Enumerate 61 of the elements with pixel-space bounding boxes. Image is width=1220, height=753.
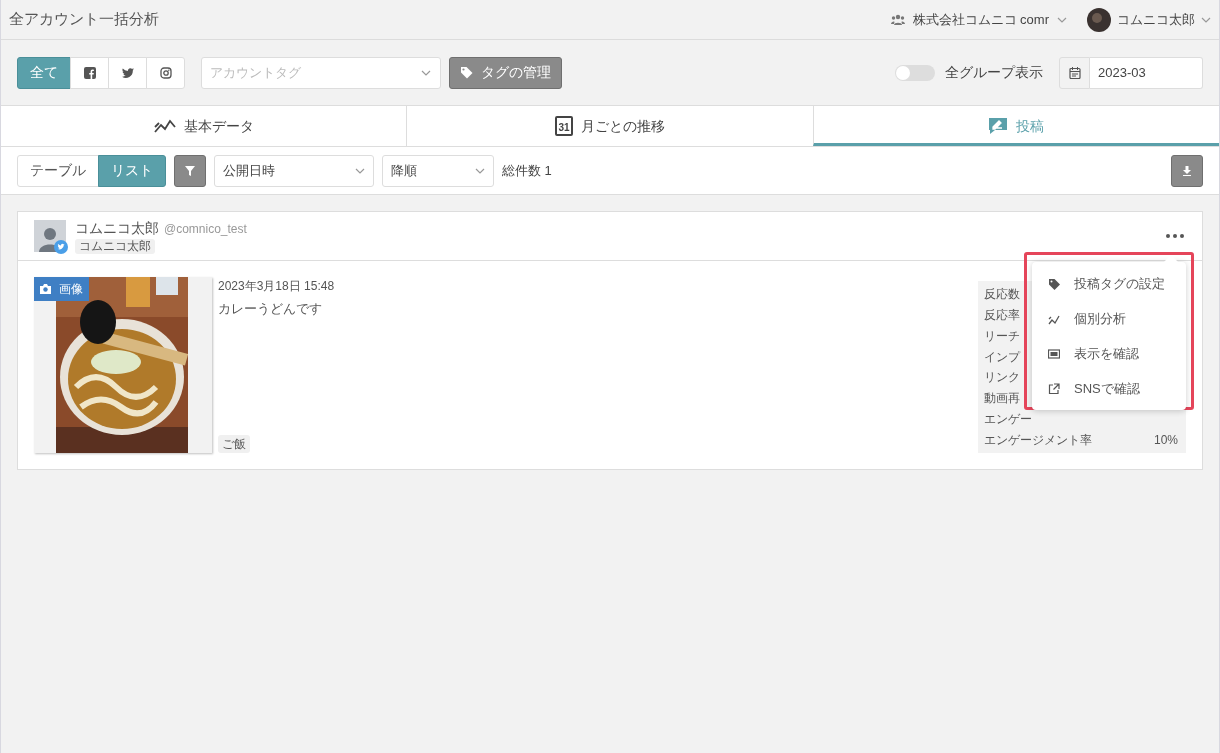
- chevron-down-icon: [475, 167, 485, 174]
- filter-icon: [184, 164, 196, 177]
- chevron-down-icon: [1057, 16, 1067, 23]
- screen-icon: [1048, 347, 1060, 360]
- chevron-down-icon: [355, 167, 365, 174]
- avatar-icon: [1087, 7, 1111, 32]
- group-icon: [890, 13, 905, 26]
- sns-filter-button[interactable]: [108, 56, 147, 89]
- sns-filter-button[interactable]: [146, 56, 185, 89]
- metric-label: 反応数: [984, 286, 1020, 302]
- metric-label: 反応率: [984, 306, 1020, 323]
- camera-icon: [40, 284, 51, 294]
- twitter-badge-icon: [54, 240, 68, 254]
- menu-item[interactable]: SNSで確認: [1032, 371, 1186, 406]
- post-date: 2023年3月18日 15:48: [218, 278, 336, 295]
- account-tag: コムニコ太郎: [75, 239, 155, 254]
- user-menu[interactable]: コムニコ太郎: [1087, 7, 1211, 32]
- company-selector[interactable]: 株式会社コムニコ comr: [890, 9, 1067, 30]
- calendar-icon: 31: [555, 116, 573, 136]
- account-handle: @comnico_test: [164, 221, 247, 238]
- page-title: 全アカウント一括分析: [9, 9, 159, 30]
- metric-label: 動画再: [984, 390, 1020, 407]
- sort-field-select[interactable]: 公開日時: [214, 154, 374, 187]
- download-button[interactable]: [1171, 154, 1203, 187]
- chevron-down-icon: [1201, 16, 1211, 23]
- metric-label: リーチ: [984, 327, 1020, 344]
- metric-label: リンク: [984, 369, 1020, 386]
- line-chart-icon: [153, 118, 176, 134]
- total-count: 総件数 1: [502, 161, 552, 180]
- facebook-icon: [83, 66, 96, 79]
- tab[interactable]: 基本データ: [1, 106, 407, 146]
- chevron-down-icon: [421, 69, 431, 76]
- group-toggle[interactable]: [895, 64, 935, 81]
- sort-order-select[interactable]: 降順: [382, 154, 494, 187]
- post-tag: ご飯: [218, 435, 250, 453]
- account-name: コムニコ太郎: [75, 219, 159, 238]
- menu-item[interactable]: 個別分析: [1032, 301, 1186, 336]
- month-field[interactable]: 2023-03: [1090, 56, 1203, 89]
- metric-label: インプ: [984, 348, 1020, 365]
- twitter-icon: [121, 66, 134, 79]
- tag-icon: [1048, 277, 1060, 290]
- menu-item[interactable]: 投稿タグの設定: [1032, 266, 1186, 301]
- menu-item[interactable]: 表示を確認: [1032, 336, 1186, 371]
- tab[interactable]: 31 月ごとの推移: [406, 106, 813, 146]
- metric-label: エンゲージメント率: [984, 431, 1092, 448]
- download-icon: [1182, 165, 1192, 176]
- account-tag-field[interactable]: アカウントタグ: [201, 56, 441, 89]
- metric-value: 10%: [1153, 431, 1178, 448]
- post-icon: [988, 117, 1009, 135]
- instagram-icon: [159, 66, 172, 79]
- calendar-icon: [1068, 66, 1081, 79]
- filter-button[interactable]: [174, 154, 206, 187]
- media-type-badge: 画像: [34, 277, 89, 301]
- toggle-label: 全グループ表示: [945, 63, 1043, 82]
- post-text: カレーうどんです: [218, 300, 323, 318]
- sns-filter-button[interactable]: [70, 56, 109, 89]
- tag-icon: [460, 66, 473, 79]
- metric-label: エンゲー: [984, 411, 1032, 428]
- more-icon[interactable]: [1166, 234, 1184, 238]
- view-toggle[interactable]: テーブル: [17, 154, 99, 187]
- external-icon: [1048, 382, 1060, 395]
